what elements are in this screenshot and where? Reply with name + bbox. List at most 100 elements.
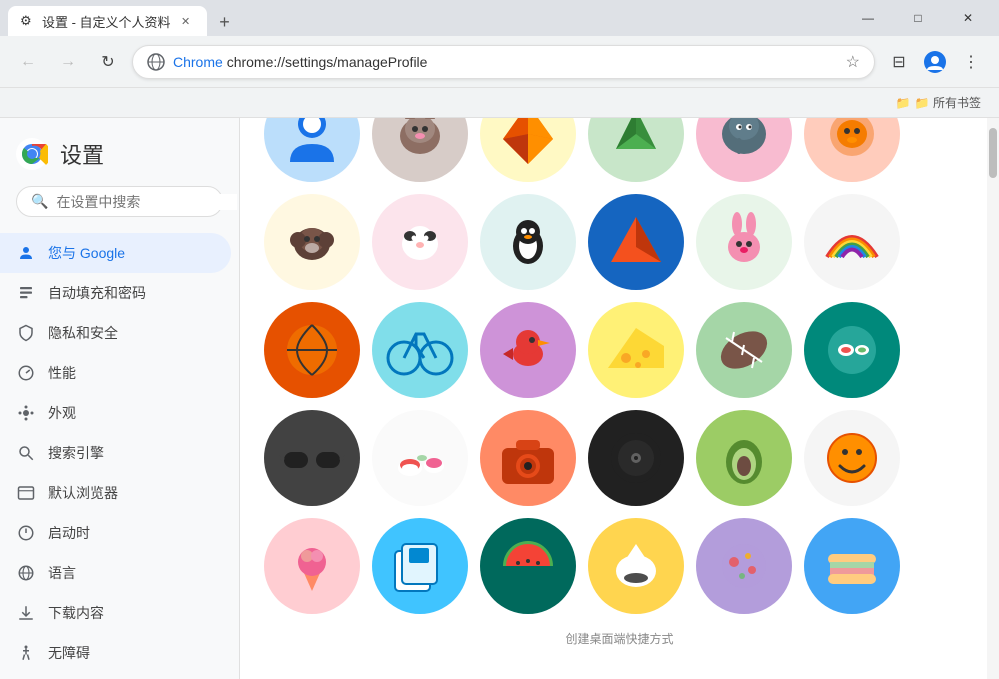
sidebar-item-browser[interactable]: 默认浏览器 [0, 473, 231, 513]
sidebar-item-autofill[interactable]: 自动填充和密码 [0, 273, 231, 313]
tab-close-button[interactable]: ✕ [177, 12, 195, 30]
sidebar-item-appearance[interactable]: 外观 [0, 393, 231, 433]
all-bookmarks[interactable]: 📁 📁 所有书签 [890, 92, 987, 113]
avatar-item-12[interactable] [804, 194, 900, 290]
avatar-item-28[interactable] [588, 518, 684, 614]
avatar-item-9[interactable] [480, 194, 576, 290]
sidebar-item-label: 您与 Google [48, 243, 125, 263]
sidebar-item-accessibility[interactable]: 无障碍 [0, 633, 231, 673]
sidebar-item-language[interactable]: 语言 [0, 553, 231, 593]
privacy-icon [16, 323, 36, 343]
bookmark-star-icon[interactable]: ☆ [846, 52, 860, 72]
avatar-item-26[interactable] [372, 518, 468, 614]
avatar-item-23[interactable] [696, 410, 792, 506]
sidebar-item-label: 隐私和安全 [48, 323, 118, 343]
site-info-icon[interactable] [147, 53, 165, 71]
active-tab[interactable]: ⚙ 设置 - 自定义个人资料 ✕ [8, 6, 207, 36]
startup-icon [16, 523, 36, 543]
sidebar-item-label: 无障碍 [48, 643, 90, 663]
sidebar-item-label: 自动填充和密码 [48, 283, 146, 303]
window-controls: — □ ✕ [845, 3, 991, 33]
sidebar-item-label: 性能 [48, 363, 76, 383]
sidebar-item-label: 默认浏览器 [48, 483, 118, 503]
reload-button[interactable]: ↻ [92, 46, 124, 78]
avatar-item-20[interactable] [372, 410, 468, 506]
avatar-item-5[interactable] [696, 118, 792, 182]
google-icon [16, 243, 36, 263]
scrollbar-track[interactable] [987, 118, 999, 679]
scrollbar-thumb[interactable] [989, 128, 997, 178]
chrome-label: Chrome [173, 54, 223, 70]
search-icon: 🔍 [31, 193, 48, 210]
sidebar-item-label: 语言 [48, 563, 76, 583]
tab-favicon: ⚙ [20, 13, 36, 29]
menu-icon[interactable]: ⋮ [955, 46, 987, 78]
sidebar-item-system[interactable]: 系统 [0, 673, 231, 679]
sidebar-item-privacy[interactable]: 隐私和安全 [0, 313, 231, 353]
avatar-item-30[interactable] [804, 518, 900, 614]
forward-button[interactable]: → [52, 46, 84, 78]
chrome-logo [16, 138, 48, 170]
sidebar-item-search[interactable]: 搜索引擎 [0, 433, 231, 473]
minimize-button[interactable]: — [845, 3, 891, 33]
avatar-item-17[interactable] [696, 302, 792, 398]
sidebar-item-google[interactable]: 您与 Google [0, 233, 231, 273]
content-area: 创建桌面端快捷方式 [240, 118, 999, 679]
appearance-icon [16, 403, 36, 423]
avatar-item-2[interactable] [372, 118, 468, 182]
language-icon [16, 563, 36, 583]
avatar-item-10[interactable] [588, 194, 684, 290]
avatar-item-24[interactable] [804, 410, 900, 506]
downloads-icon [16, 603, 36, 623]
avatar-item-15[interactable] [480, 302, 576, 398]
sidebar-item-label: 搜索引擎 [48, 443, 104, 463]
avatar-item-25[interactable] [264, 518, 360, 614]
avatar-item-18[interactable] [804, 302, 900, 398]
maximize-button[interactable]: □ [895, 3, 941, 33]
sidebar-item-label: 下载内容 [48, 603, 104, 623]
avatar-item-22[interactable] [588, 410, 684, 506]
url-path: chrome://settings/manageProfile [227, 54, 428, 70]
avatar-item-16[interactable] [588, 302, 684, 398]
search-input[interactable] [56, 194, 237, 210]
avatar-item-6[interactable] [804, 118, 900, 182]
browser-icon [16, 483, 36, 503]
avatar-item-1[interactable] [264, 118, 360, 182]
nav-items: 您与 Google 自动填充和密码 隐私和安全 性能 外观 搜索引擎 默认浏览器… [0, 233, 239, 679]
settings-title: 设置 [60, 138, 104, 170]
accessibility-icon [16, 643, 36, 663]
avatar-grid [264, 118, 975, 614]
sidebar-item-label: 外观 [48, 403, 76, 423]
avatar-item-8[interactable] [372, 194, 468, 290]
avatar-item-13[interactable] [264, 302, 360, 398]
avatar-item-7[interactable] [264, 194, 360, 290]
new-tab-button[interactable]: + [211, 8, 239, 36]
avatar-item-14[interactable] [372, 302, 468, 398]
avatar-item-11[interactable] [696, 194, 792, 290]
autofill-icon [16, 283, 36, 303]
title-bar: ⚙ 设置 - 自定义个人资料 ✕ + — □ ✕ [0, 0, 999, 36]
tab-bar: ⚙ 设置 - 自定义个人资料 ✕ + [8, 0, 845, 36]
url-text: Chrome chrome://settings/manageProfile [173, 54, 838, 70]
avatar-item-21[interactable] [480, 410, 576, 506]
sidebar-search-bar[interactable]: 🔍 [16, 186, 223, 217]
sidebar-item-performance[interactable]: 性能 [0, 353, 231, 393]
sidebar-item-downloads[interactable]: 下载内容 [0, 593, 231, 633]
avatar-item-29[interactable] [696, 518, 792, 614]
tab-search-icon[interactable]: ⊟ [883, 46, 915, 78]
avatar-item-4[interactable] [588, 118, 684, 182]
performance-icon [16, 363, 36, 383]
back-button[interactable]: ← [12, 46, 44, 78]
avatar-item-19[interactable] [264, 410, 360, 506]
folder-icon: 📁 [896, 96, 911, 110]
footer-text: 创建桌面端快捷方式 [264, 630, 975, 647]
close-button[interactable]: ✕ [945, 3, 991, 33]
avatar-item-27[interactable] [480, 518, 576, 614]
search-icon [16, 443, 36, 463]
all-bookmarks-label: 📁 所有书签 [915, 94, 981, 111]
avatar-item-3[interactable] [480, 118, 576, 182]
profile-icon[interactable] [919, 46, 951, 78]
address-bar: ← → ↻ Chrome chrome://settings/managePro… [0, 36, 999, 88]
url-bar[interactable]: Chrome chrome://settings/manageProfile ☆ [132, 45, 875, 79]
sidebar-item-startup[interactable]: 启动时 [0, 513, 231, 553]
